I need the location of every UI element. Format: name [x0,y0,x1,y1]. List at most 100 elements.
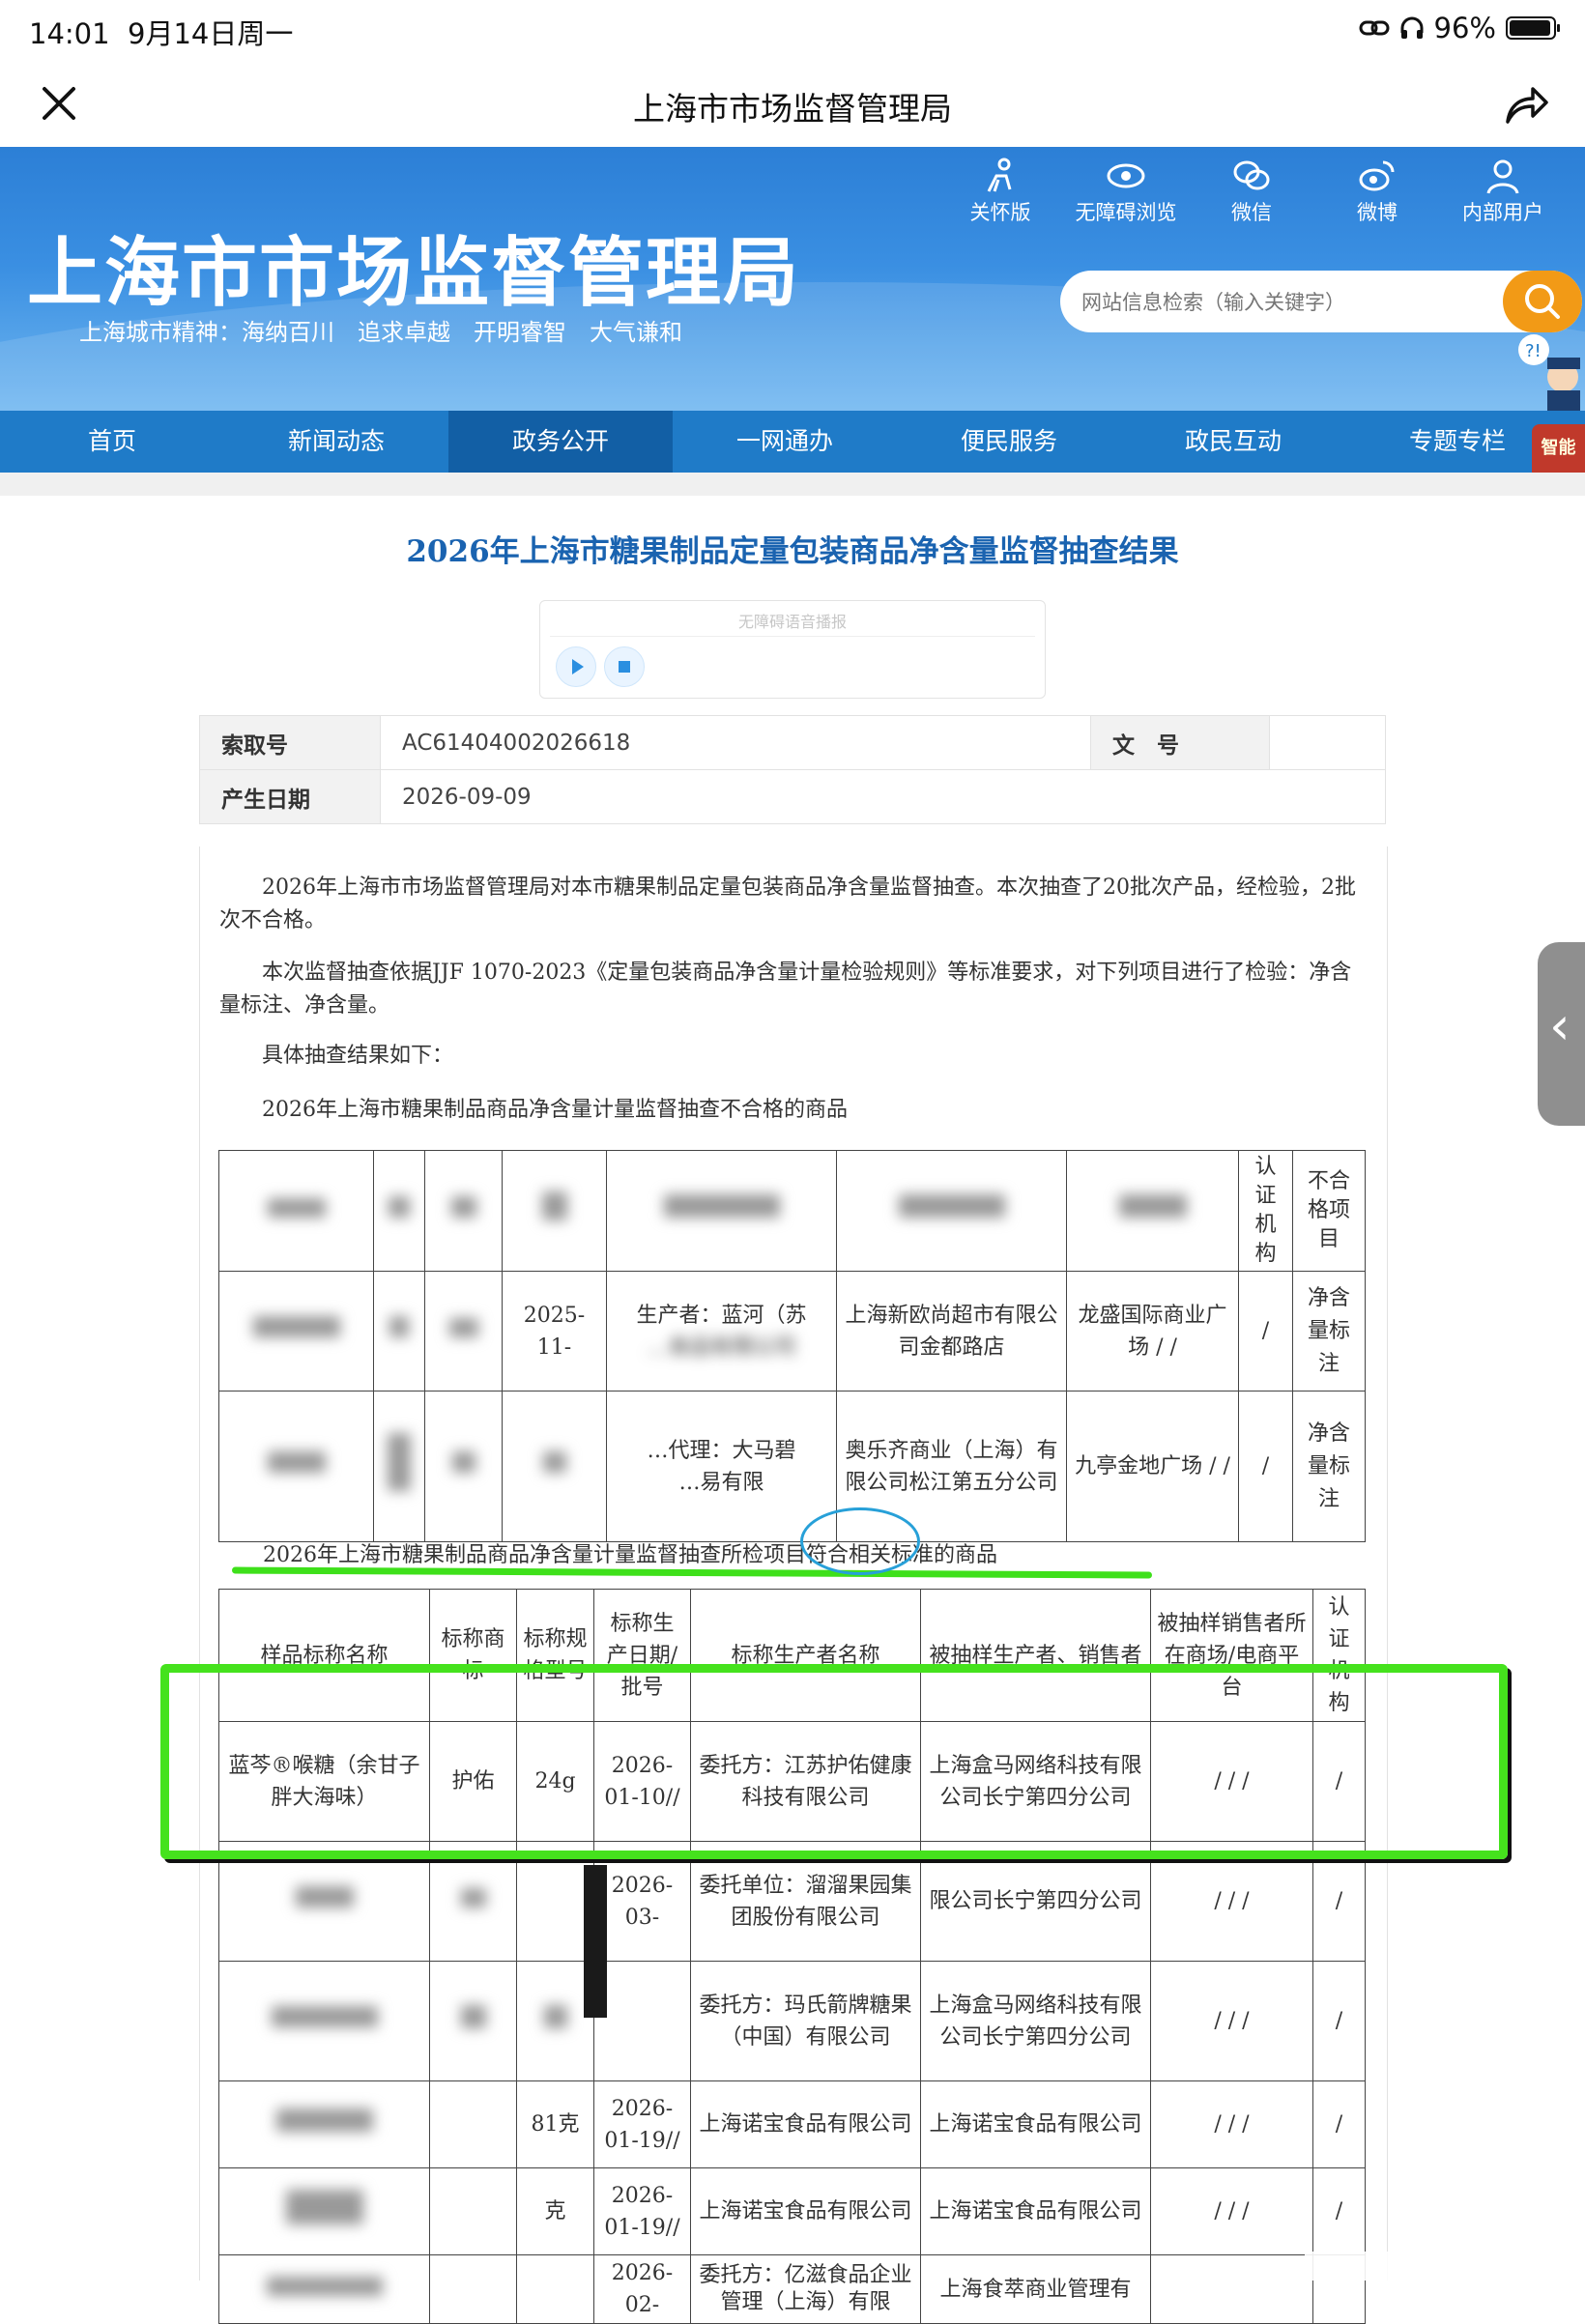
cell-seller: 限公司长宁第四分公司 [920,1841,1151,1962]
battery-percent: 96% [1433,12,1496,44]
cell-failed-item: 净含量标注 [1292,1391,1366,1542]
meta-value-date: 2026-09-09 [380,769,1386,824]
clock: 14:01 [29,17,110,50]
voice-label: 无障碍语音播报 [737,613,847,631]
cell-cert: / [1312,2080,1366,2168]
search-button[interactable] [1503,271,1582,332]
voice-player: 无障碍语音播报 [539,600,1046,699]
producer-text-2: …易有限 [678,1470,764,1495]
cell-brand [429,2080,517,2168]
accessibility-eye-icon [1107,163,1145,188]
cell-date: 2026-01-19// [593,2167,691,2255]
tool-internal-user[interactable]: 内部用户 [1440,157,1566,226]
cell-cert: / [1312,1841,1366,1962]
cell-producer: 委托方：亿滋食品企业管理（上海）有限 [690,2254,921,2324]
cell-spec [516,1841,594,1962]
headphones-icon [1400,16,1424,39]
header-cell [1066,1150,1239,1272]
cell-spec [516,2254,594,2324]
cell-market: 九亭金地广场 / / [1066,1391,1239,1542]
side-drawer-handle[interactable]: ‹ [1538,942,1585,1126]
meta-label: 索取号 [199,715,381,770]
document-meta-table: 索取号 AC61404002026618 文 号 产生日期 2026-09-09 [199,715,1386,824]
redacted-cell [218,1391,374,1542]
play-button[interactable] [556,646,596,687]
cell-date: 2026-03- [593,1841,691,1962]
producer-text-blurred: …食品有限公司 [647,1334,796,1360]
header-cell [502,1150,607,1272]
paragraph: 具体抽查结果如下： [262,1044,454,1068]
section-heading: 2026年上海市糖果制品商品净含量计量监督抽查不合格的商品 [262,1098,848,1122]
table-row: 克 2026-01-19// 上海诺宝食品有限公司 上海诺宝食品有限公司 / /… [218,2167,1366,2255]
tool-accessibility[interactable]: 无障碍浏览 [1063,157,1189,226]
wechat-icon [1233,160,1270,190]
cell-date [593,1961,691,2081]
cell-date: 2026-02- [593,2254,691,2324]
cell-seller: 上海新欧尚超市有限公司金都路店 [836,1271,1067,1392]
menu-item-interaction[interactable]: 政民互动 [1121,411,1345,473]
cell-seller: 上海食萃商业管理有 [920,2254,1151,2324]
main-menu: 首页 新闻动态 政务公开 一网通办 便民服务 政民互动 专题专栏 智能 [0,411,1585,473]
cell-market: / / / [1150,2080,1313,2168]
assistant-mascot-icon[interactable]: ?! [1513,329,1585,411]
home-indicator-area [1305,2252,1488,2281]
tool-wechat[interactable]: 微信 [1189,157,1314,226]
stop-button[interactable] [604,646,645,687]
cell-market: / / / [1150,1841,1313,1962]
cell-date: 2025-11- [502,1271,607,1392]
search-input[interactable] [1080,284,1509,321]
noncompliant-table: 认证机构 不合格项目 2025-11- 生产者：蓝河（苏 …食品有限公司 上海新欧… [218,1150,1366,1542]
smart-assistant-tag[interactable]: 智能 [1532,424,1585,473]
menu-item-services[interactable]: 便民服务 [897,411,1121,473]
menu-item-home[interactable]: 首页 [0,411,224,473]
cell-producer: 上海诺宝食品有限公司 [690,2167,921,2255]
stop-icon [619,661,630,673]
header-cell [373,1150,425,1272]
menu-item-news[interactable]: 新闻动态 [224,411,448,473]
cell-producer: 生产者：蓝河（苏 …食品有限公司 [606,1271,837,1392]
weibo-icon [1359,160,1395,191]
article-title: 2026年上海市糖果制品定量包装商品净含量监督抽查结果 [406,534,1179,569]
spacer [0,473,1585,496]
cell-spec: 克 [516,2167,594,2255]
site-name: 上海市市场监督管理局 [27,229,801,317]
cell-brand [429,2254,517,2324]
header-cert: 认证机构 [1238,1150,1293,1272]
battery-icon [1506,16,1560,40]
header-cell [836,1150,1067,1272]
meta-value-index: AC61404002026618 [380,715,1091,770]
cell-producer: 上海诺宝食品有限公司 [690,2080,921,2168]
svg-text:?!: ?! [1525,341,1542,361]
redacted-cell [429,1961,517,2081]
redacted-cell [373,1271,425,1392]
tool-weibo[interactable]: 微博 [1314,157,1440,226]
redacted-cell [218,1271,374,1392]
city-spirit: 上海城市精神：海纳百川 追求卓越 开明睿智 大气谦和 [79,319,682,346]
paragraph: 本次监督抽查依据JJF 1070-2023《定量包装商品净含量计量检验规则》等标… [219,961,1352,1018]
meta-label: 文 号 [1090,715,1270,770]
menu-item-one-net[interactable]: 一网通办 [673,411,897,473]
banner-tools: 关怀版 无障碍浏览 微信 微博 内部用户 [937,157,1566,226]
table-row: 81克 2026-01-19// 上海诺宝食品有限公司 上海诺宝食品有限公司 /… [218,2080,1366,2168]
redacted-cell [218,2167,430,2255]
page-title: 上海市市场监督管理局 [633,90,952,128]
header-failed-item: 不合格项目 [1292,1150,1366,1272]
tool-label: 关怀版 [969,201,1031,224]
link-icon [1359,20,1390,36]
tool-care-mode[interactable]: 关怀版 [937,157,1063,226]
menu-item-gov-info[interactable]: 政务公开 [448,411,673,473]
share-icon[interactable] [1504,83,1550,126]
paragraph: 2026年上海市市场监督管理局对本市糖果制品定量包装商品净含量监督抽查。本次抽查… [219,875,1356,932]
cell-market: 龙盛国际商业广场 / / [1066,1271,1239,1392]
chevron-left-icon: ‹ [1549,995,1571,1056]
user-icon [1486,159,1519,194]
tool-label: 无障碍浏览 [1075,201,1177,224]
cell-brand [429,2167,517,2255]
redacted-cell [424,1271,503,1392]
redacted-cell [218,2254,430,2324]
cell-failed-item: 净含量标注 [1292,1271,1366,1392]
redacted-cell [516,1961,594,2081]
status-time: 14:01 9月14日周一 [29,12,293,52]
redacted-cell [218,1961,430,2081]
producer-text: 生产者：蓝河（苏 [636,1303,807,1328]
